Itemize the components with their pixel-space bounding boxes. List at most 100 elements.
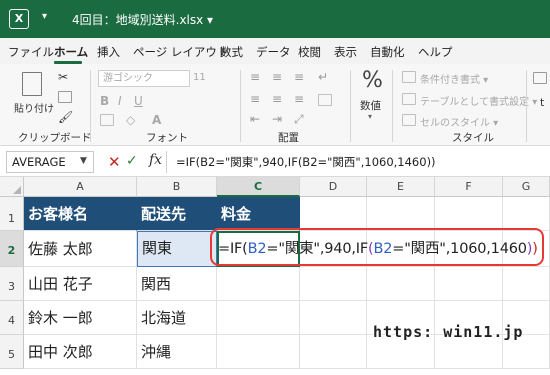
enter-icon[interactable]: ✓ — [126, 153, 138, 169]
cells-label-partial[interactable]: t — [540, 96, 544, 109]
cell-g1[interactable] — [503, 197, 550, 231]
ribbon-divider — [90, 70, 91, 142]
row-header-4[interactable]: 4 — [0, 301, 24, 335]
row-header-3[interactable]: 3 — [0, 267, 24, 301]
column-header-a[interactable]: A — [24, 177, 137, 197]
italic-icon[interactable]: I — [118, 94, 122, 108]
conditional-format-icon[interactable] — [402, 71, 416, 83]
wrap-text-icon[interactable]: ↵ — [318, 70, 328, 84]
font-name-box[interactable]: 游ゴシック — [98, 70, 190, 87]
decrease-indent-icon[interactable]: ⇤ — [250, 112, 260, 126]
column-header-g[interactable]: G — [503, 177, 550, 197]
window-title[interactable]: 4回目：地域別送料.xlsx ▾ — [72, 11, 213, 28]
paste-label[interactable]: 貼り付け — [14, 100, 54, 115]
fill-color-icon[interactable]: ◇ — [126, 113, 135, 127]
cell-b2[interactable]: 関東 — [137, 231, 217, 267]
ribbon-divider — [526, 70, 527, 142]
format-painter-icon[interactable]: 🖌 — [58, 110, 73, 124]
tab-formulas[interactable]: 数式 — [220, 44, 243, 60]
cells-icon[interactable] — [533, 72, 547, 84]
cell-f1[interactable] — [435, 197, 503, 231]
cell-styles-button[interactable]: セルのスタイル ▾ — [420, 114, 498, 129]
ribbon-divider — [240, 70, 241, 142]
bold-icon[interactable]: B — [100, 94, 109, 108]
tab-insert[interactable]: 挿入 — [97, 44, 120, 60]
cell-g3[interactable] — [503, 267, 550, 301]
name-box-dropdown-icon[interactable]: ▼ — [80, 156, 87, 166]
highlight-callout — [210, 228, 544, 266]
cut-icon[interactable]: ✂ — [58, 70, 68, 84]
cell-c4[interactable] — [217, 301, 300, 335]
tab-automate[interactable]: 自動化 — [370, 44, 405, 60]
cell-b3[interactable]: 関西 — [137, 267, 217, 301]
conditional-format-button[interactable]: 条件付き書式 ▾ — [420, 71, 488, 86]
cell-c5[interactable] — [217, 335, 300, 369]
column-header-b[interactable]: B — [137, 177, 217, 197]
cancel-icon[interactable]: ✕ — [108, 153, 121, 171]
row-header-1[interactable]: 1 — [0, 197, 24, 231]
font-color-icon[interactable]: A — [152, 113, 161, 127]
cell-c3[interactable] — [217, 267, 300, 301]
align-middle-icon[interactable]: ≡ — [272, 70, 282, 84]
tab-review[interactable]: 校閲 — [298, 44, 321, 60]
row-header-2[interactable]: 2 — [0, 231, 24, 267]
row-header-5[interactable]: 5 — [0, 335, 24, 369]
format-as-table-button[interactable]: テーブルとして書式設定 ▾ — [420, 93, 537, 108]
clipboard-group-label: クリップボード — [18, 132, 92, 144]
cell-d3[interactable] — [300, 267, 367, 301]
font-size-box[interactable]: 11 — [193, 70, 206, 87]
cell-styles-icon[interactable] — [402, 114, 416, 126]
insert-function-icon[interactable]: fx — [149, 152, 162, 168]
paste-icon[interactable] — [22, 72, 42, 96]
cell-a5[interactable]: 田中 次郎 — [24, 335, 137, 369]
align-right-icon[interactable]: ≡ — [294, 92, 304, 106]
formula-bar-divider — [166, 151, 167, 173]
cell-e3[interactable] — [367, 267, 435, 301]
cell-e1[interactable] — [367, 197, 435, 231]
cell-a4[interactable]: 鈴木 一郎 — [24, 301, 137, 335]
column-header-d[interactable]: D — [300, 177, 367, 197]
watermark: https: win11.jp — [373, 323, 524, 341]
cell-a3[interactable]: 山田 花子 — [24, 267, 137, 301]
format-as-table-icon[interactable] — [402, 93, 416, 105]
align-top-icon[interactable]: ≡ — [250, 70, 260, 84]
number-format-label[interactable]: 数値 — [360, 98, 381, 113]
tab-data[interactable]: データ — [256, 44, 291, 60]
orientation-icon[interactable]: ⤢ — [294, 112, 304, 127]
formula-input[interactable]: =IF(B2="関東",940,IF(B2="関西",1060,1460)) — [176, 154, 436, 170]
borders-icon[interactable] — [100, 114, 114, 126]
tab-file[interactable]: ファイル — [8, 44, 54, 60]
percent-icon[interactable]: % — [362, 68, 383, 93]
title-bar: X ▾ 4回目：地域別送料.xlsx ▾ — [0, 0, 550, 38]
align-center-icon[interactable]: ≡ — [272, 92, 282, 106]
alignment-group-label: 配置 — [278, 132, 299, 144]
merge-center-icon[interactable] — [318, 94, 332, 106]
ribbon-tabs: ファイル ホーム 挿入 ページ レイアウト 数式 データ 校閲 表示 自動化 ヘ… — [0, 38, 550, 64]
cell-d1[interactable] — [300, 197, 367, 231]
tab-page-layout[interactable]: ページ レイアウト — [133, 44, 228, 60]
column-header-c[interactable]: C — [217, 177, 300, 197]
column-header-f[interactable]: F — [435, 177, 503, 197]
number-dropdown-icon[interactable]: ▾ — [368, 112, 372, 121]
cell-d4[interactable] — [300, 301, 367, 335]
cell-f3[interactable] — [435, 267, 503, 301]
cell-b4[interactable]: 北海道 — [137, 301, 217, 335]
copy-icon[interactable] — [58, 91, 72, 103]
cell-c1[interactable]: 料金 — [217, 197, 300, 231]
cell-a1[interactable]: お客様名 — [24, 197, 137, 231]
cell-d5[interactable] — [300, 335, 367, 369]
column-header-e[interactable]: E — [367, 177, 435, 197]
quick-access-dropdown-icon[interactable]: ▾ — [42, 11, 47, 22]
cell-b1[interactable]: 配送先 — [137, 197, 217, 231]
align-left-icon[interactable]: ≡ — [250, 92, 260, 106]
cell-b5[interactable]: 沖縄 — [137, 335, 217, 369]
tab-help[interactable]: ヘルプ — [418, 44, 453, 60]
styles-group-label: スタイル — [452, 132, 494, 144]
tab-view[interactable]: 表示 — [334, 44, 357, 60]
cell-a2[interactable]: 佐藤 太郎 — [24, 231, 137, 267]
tab-home[interactable]: ホーム — [54, 44, 88, 60]
increase-indent-icon[interactable]: ⇥ — [272, 112, 282, 126]
underline-icon[interactable]: U — [134, 94, 143, 108]
align-bottom-icon[interactable]: ≡ — [294, 70, 304, 84]
select-all-corner[interactable] — [0, 177, 24, 197]
